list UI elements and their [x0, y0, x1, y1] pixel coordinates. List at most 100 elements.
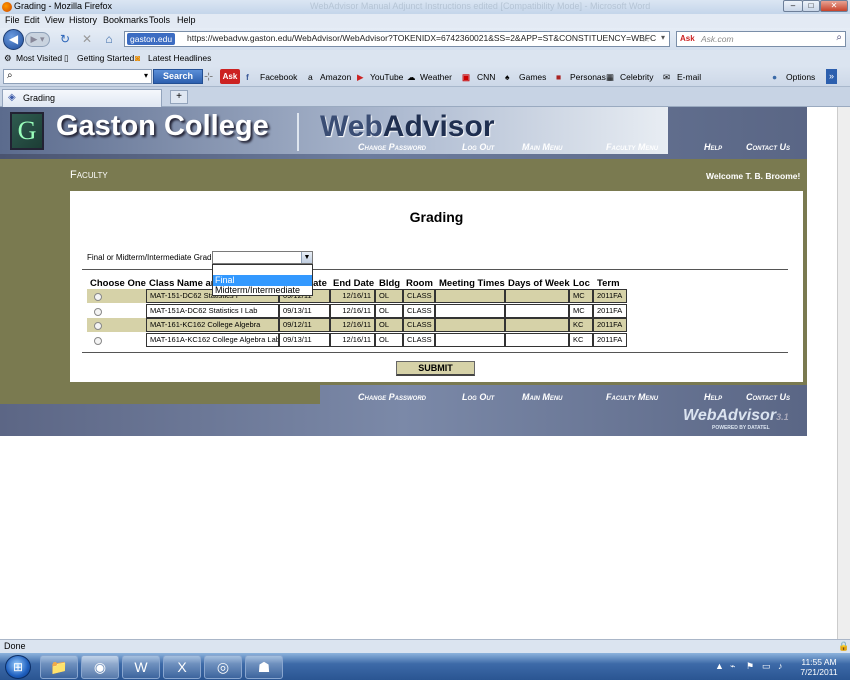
- menu-history[interactable]: History: [69, 15, 97, 25]
- personas-icon: ■: [556, 72, 562, 82]
- site-identity-badge[interactable]: gaston.edu: [127, 33, 176, 45]
- header-divider: [297, 113, 299, 151]
- cell-bldg: OL: [375, 289, 403, 303]
- word-task-icon[interactable]: W: [122, 655, 160, 679]
- toolbar-cnn[interactable]: CNN: [477, 72, 495, 82]
- tray-monitor-icon[interactable]: ▭: [762, 661, 771, 672]
- choose-section-radio[interactable]: [94, 293, 102, 301]
- tray-network-icon[interactable]: ⌁: [730, 661, 735, 672]
- choose-section-radio[interactable]: [94, 322, 102, 330]
- firefox-task-icon[interactable]: ◉: [81, 655, 119, 679]
- app-task-icon[interactable]: ◎: [204, 655, 242, 679]
- media-task-icon[interactable]: ☗: [245, 655, 283, 679]
- status-bar: [0, 639, 850, 653]
- bottom-log-out-link[interactable]: Log Out: [462, 392, 494, 402]
- toolbar-search-input[interactable]: ⌕ ▾: [3, 69, 152, 84]
- col-term: Term: [597, 278, 620, 289]
- url-bar[interactable]: gaston.edu https://webadvw.gaston.edu/We…: [124, 31, 670, 47]
- menu-help[interactable]: Help: [177, 15, 196, 25]
- url-dropdown-icon[interactable]: ▾: [661, 33, 665, 42]
- tray-expand-icon[interactable]: ▲: [715, 661, 724, 671]
- top-help-link[interactable]: Help: [704, 142, 722, 152]
- minimize-button[interactable]: –: [783, 0, 803, 12]
- new-tab-button[interactable]: +: [170, 90, 188, 104]
- search-icon[interactable]: ⌕: [836, 32, 842, 43]
- stop-icon[interactable]: ✕: [80, 32, 94, 46]
- divider-bottom: [82, 352, 788, 353]
- grading-type-select[interactable]: ▼: [212, 251, 313, 264]
- webadvisor-title-advisor: Advisor: [382, 110, 495, 143]
- star-bookmark-icon[interactable]: ☆: [641, 32, 651, 45]
- toolbar-email[interactable]: E-mail: [677, 72, 701, 82]
- top-contact-us-link[interactable]: Contact Us: [746, 142, 790, 152]
- submit-button[interactable]: SUBMIT: [396, 361, 475, 376]
- cell-term: 2011FA: [593, 332, 627, 347]
- cell-end-date: 12/16/11: [330, 289, 375, 303]
- bottom-main-menu-link[interactable]: Main Menu: [522, 392, 563, 402]
- explorer-task-icon[interactable]: 📁: [40, 655, 78, 679]
- option-midterm[interactable]: Midterm/Intermediate: [213, 285, 312, 296]
- toolbar-celebrity[interactable]: Celebrity: [620, 72, 654, 82]
- tab-grading[interactable]: ◈ Grading: [2, 89, 162, 107]
- toolbar-amazon[interactable]: Amazon: [320, 72, 351, 82]
- overflow-chevron-icon[interactable]: »: [826, 69, 837, 84]
- bottom-faculty-menu-link[interactable]: Faculty Menu: [606, 392, 658, 402]
- col-room: Room: [406, 278, 433, 289]
- bottom-help-link[interactable]: Help: [704, 392, 722, 402]
- window-title: Grading - Mozilla Firefox: [14, 1, 113, 11]
- toolbar-games[interactable]: Games: [519, 72, 546, 82]
- choose-section-radio[interactable]: [94, 336, 102, 345]
- start-button[interactable]: ⊞: [5, 655, 31, 679]
- cell-start-date: 09/13/11: [279, 303, 330, 318]
- celebrity-icon: ▦: [606, 72, 615, 82]
- cell-room: CLASS: [403, 289, 435, 303]
- games-icon: ♠: [505, 72, 510, 82]
- cell-term: 2011FA: [593, 289, 627, 303]
- cell-start-date: 09/12/11: [279, 318, 330, 332]
- tray-flag-icon[interactable]: ⚑: [746, 661, 754, 672]
- bookmark-getting-started[interactable]: Getting Started: [77, 53, 134, 63]
- chevron-down-icon[interactable]: ▾: [144, 71, 148, 80]
- vertical-scrollbar[interactable]: [837, 107, 850, 639]
- choose-section-radio[interactable]: [94, 307, 102, 316]
- toolbar-options[interactable]: Options: [786, 72, 815, 82]
- cell-loc: MC: [569, 303, 593, 318]
- menu-edit[interactable]: Edit: [24, 15, 40, 25]
- plus-icon[interactable]: ⊹: [204, 70, 213, 83]
- cell-meeting-times: [435, 289, 505, 303]
- bookmark-most-visited[interactable]: Most Visited: [16, 53, 62, 63]
- toolbar-facebook[interactable]: Facebook: [260, 72, 297, 82]
- taskbar-clock[interactable]: 11:55 AM 7/21/2011: [797, 657, 841, 677]
- bottom-contact-us-link[interactable]: Contact Us: [746, 392, 790, 402]
- menu-tools[interactable]: Tools: [149, 15, 170, 25]
- close-button[interactable]: ✕: [820, 0, 848, 12]
- back-arrow-icon[interactable]: ◀: [3, 29, 24, 50]
- options-icon: ●: [772, 72, 778, 82]
- forward-arrow-icon[interactable]: ▶ ▾: [25, 32, 50, 47]
- top-change-password-link[interactable]: Change Password: [358, 142, 426, 152]
- excel-task-icon[interactable]: X: [163, 655, 201, 679]
- tray-volume-icon[interactable]: ♪: [778, 661, 783, 671]
- ask-logo-icon[interactable]: Ask: [680, 34, 695, 43]
- menu-bookmarks[interactable]: Bookmarks: [103, 15, 148, 25]
- cell-bldg: OL: [375, 303, 403, 318]
- bottom-change-password-link[interactable]: Change Password: [358, 392, 426, 402]
- menu-view[interactable]: View: [45, 15, 64, 25]
- top-main-menu-link[interactable]: Main Menu: [522, 142, 563, 152]
- select-arrow-icon[interactable]: ▼: [301, 252, 312, 263]
- reload-icon[interactable]: ↻: [58, 32, 72, 46]
- top-log-out-link[interactable]: Log Out: [462, 142, 494, 152]
- status-text: Done: [4, 641, 26, 651]
- bookmark-latest-headlines[interactable]: Latest Headlines: [148, 53, 211, 63]
- toolbar-youtube[interactable]: YouTube: [370, 72, 403, 82]
- top-faculty-menu-link[interactable]: Faculty Menu: [606, 142, 658, 152]
- toolbar-weather[interactable]: Weather: [420, 72, 452, 82]
- url-text[interactable]: https://webadvw.gaston.edu/WebAdvisor/We…: [187, 33, 656, 43]
- menu-file[interactable]: File: [5, 15, 20, 25]
- maximize-button[interactable]: □: [802, 0, 820, 12]
- web-search-box[interactable]: Ask Ask.com ⌕: [676, 31, 846, 47]
- home-icon[interactable]: ⌂: [102, 32, 116, 46]
- toolbar-personas[interactable]: Personas: [570, 72, 606, 82]
- ask-icon[interactable]: Ask: [220, 69, 240, 84]
- toolbar-search-button[interactable]: Search: [153, 69, 203, 84]
